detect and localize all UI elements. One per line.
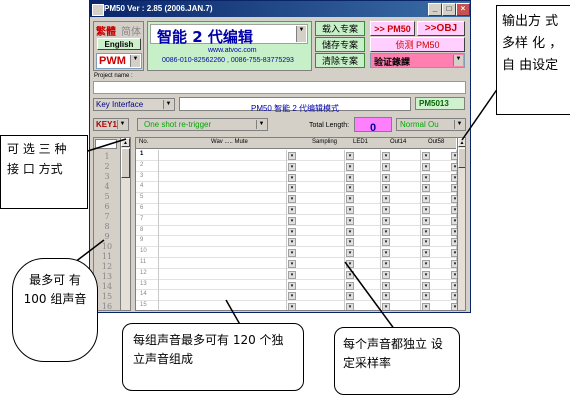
callout-groups: 最多可 有 100 组声音	[12, 258, 98, 362]
pointer-sampling	[344, 261, 396, 331]
pointer-output	[461, 87, 499, 141]
callout-interface: 可 选 三 种 接 口 方式	[0, 135, 88, 209]
callout-sounds: 每组声音最多可有 120 个独立声音组成	[122, 323, 304, 391]
callout-output: 输出方 式 多样 化 ， 自 由设定	[496, 5, 570, 115]
